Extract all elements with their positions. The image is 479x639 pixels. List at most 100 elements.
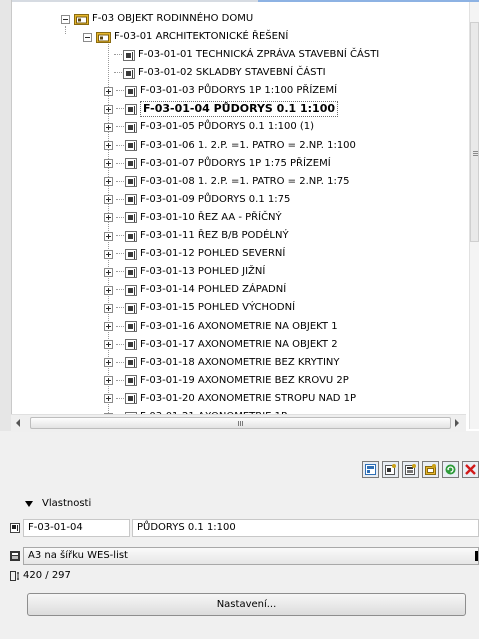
- scroll-left-arrow-icon[interactable]: [16, 419, 20, 427]
- tree-item-label: F-03-01-05 PŮDORYS 0.1 1:100 (1): [140, 121, 315, 133]
- layout-sheet-icon: [125, 284, 137, 296]
- collapse-icon[interactable]: [61, 14, 70, 24]
- tree-item-label: F-03-01-09 PŮDORYS 0.1 1:75: [140, 193, 291, 205]
- tree-node-label: F-03 OBJEKT RODINNÉHO DOMU: [92, 13, 254, 24]
- tree-item[interactable]: F-03-01-04 PŮDORYS 0.1 1:100: [104, 100, 339, 118]
- tree-item[interactable]: F-03-01-11 ŘEZ B/B PODÉLNÝ: [104, 227, 289, 245]
- tree-item-label: F-03-01-18 AXONOMETRIE BEZ KRYTINY: [140, 356, 340, 368]
- expand-icon[interactable]: [104, 141, 113, 150]
- collapse-icon[interactable]: [83, 32, 92, 42]
- expand-icon[interactable]: [104, 195, 113, 205]
- expand-icon[interactable]: [104, 376, 113, 386]
- layout-sheet-icon: [125, 266, 137, 278]
- tree-item[interactable]: F-03-01-20 AXONOMETRIE STROPU NAD 1P: [104, 390, 356, 408]
- expand-icon[interactable]: [104, 394, 113, 404]
- tree-item[interactable]: F-03-01-17 AXONOMETRIE NA OBJEKT 2: [104, 336, 338, 354]
- expand-icon[interactable]: [104, 303, 113, 313]
- new-master-layout-button[interactable]: [402, 461, 419, 478]
- tree-item-label: F-03-01-01 TECHNICKÁ ZPRÁVA STAVEBNÍ ČÁS…: [138, 49, 380, 60]
- tree-item-label: F-03-01-19 AXONOMETRIE BEZ KROVU 2P: [140, 374, 349, 386]
- layout-tree-panel: F-03 OBJEKT RODINNÉHO DOMU F-03-01 ARCHI…: [0, 0, 479, 432]
- tree-node-folder[interactable]: F-03-01 ARCHITEKTONICKÉ ŘEŠENÍ: [83, 28, 288, 46]
- expand-icon[interactable]: [104, 322, 113, 331]
- horizontal-scrollbar[interactable]: [11, 414, 466, 432]
- expand-icon[interactable]: [104, 285, 113, 295]
- collapse-triangle-icon[interactable]: [25, 501, 33, 507]
- tree-item[interactable]: F-03-01-01 TECHNICKÁ ZPRÁVA STAVEBNÍ ČÁS…: [104, 46, 379, 64]
- layout-id-field[interactable]: F-03-01-04: [23, 519, 130, 537]
- tree-item[interactable]: F-03-01-15 POHLED VÝCHODNÍ: [104, 299, 295, 317]
- tree-item[interactable]: F-03-01-07 PŮDORYS 1P 1:75 PŘÍZEMÍ: [104, 155, 331, 173]
- tree-branch-dots: [116, 108, 124, 110]
- tree-item[interactable]: F-03-01-19 AXONOMETRIE BEZ KROVU 2P: [104, 372, 349, 390]
- scroll-grip-icon: [238, 421, 239, 426]
- tree-item[interactable]: F-03-01-06 1. 2.P. =1. PATRO = 2.NP. 1:1…: [104, 137, 356, 155]
- tree-branch-dots: [116, 361, 124, 364]
- tree-branch-dots: [116, 307, 124, 309]
- tree-item[interactable]: F-03-01-14 POHLED ZÁPADNÍ: [104, 281, 286, 299]
- vertical-scrollbar[interactable]: [469, 2, 479, 429]
- new-layout-button[interactable]: [382, 461, 399, 478]
- tree-item[interactable]: F-03-01-02 SKLADBY STAVEBNÍ ČÁSTI: [104, 64, 326, 82]
- tree-branch-dots: [116, 253, 124, 255]
- tree-item-label: F-03-01-08 1. 2.P. =1. PATRO = 2.NP. 1:7…: [140, 175, 350, 187]
- expand-icon[interactable]: [104, 358, 113, 368]
- delete-button[interactable]: [462, 461, 479, 478]
- delete-icon: [465, 464, 476, 475]
- layout-sheet-icon: [125, 321, 137, 332]
- tree-item[interactable]: F-03-01-13 POHLED JIŽNÍ: [104, 263, 265, 281]
- tree-item-label: F-03-01-10 ŘEZ AA - PŘÍČNÝ: [140, 211, 282, 223]
- layout-settings-button[interactable]: [362, 461, 379, 478]
- tree-branch-dots: [116, 271, 124, 273]
- scroll-right-arrow-icon[interactable]: [455, 419, 459, 427]
- tree-item[interactable]: F-03-01-16 AXONOMETRIE NA OBJEKT 1: [104, 318, 338, 336]
- tree-item[interactable]: F-03-01-08 1. 2.P. =1. PATRO = 2.NP. 1:7…: [104, 173, 350, 191]
- tree-branch-dots: [116, 180, 124, 183]
- properties-header[interactable]: Vlastnosti: [0, 493, 479, 517]
- layout-sheet-icon: [125, 140, 137, 151]
- tree-item-label: F-03-01-06 1. 2.P. =1. PATRO = 2.NP. 1:1…: [140, 139, 356, 151]
- expand-icon[interactable]: [104, 249, 113, 259]
- expand-icon[interactable]: [104, 231, 113, 241]
- tree-item[interactable]: F-03-01-05 PŮDORYS 0.1 1:100 (1): [104, 118, 314, 136]
- properties-title: Vlastnosti: [42, 498, 92, 509]
- layout-sheet-icon: [125, 339, 137, 351]
- layout-settings-icon: [365, 464, 376, 475]
- expand-icon[interactable]: [104, 122, 113, 132]
- tree-node-label: F-03-01 ARCHITEKTONICKÉ ŘEŠENÍ: [114, 31, 289, 42]
- tree-branch-dots: [116, 144, 124, 147]
- layout-sheet-icon: [125, 248, 137, 260]
- tree-item[interactable]: F-03-01-09 PŮDORYS 0.1 1:75: [104, 191, 290, 209]
- tree-item-label: F-03-01-07 PŮDORYS 1P 1:75 PŘÍZEMÍ: [140, 157, 331, 169]
- horizontal-scroll-thumb[interactable]: [30, 417, 451, 429]
- update-button[interactable]: [442, 461, 459, 478]
- tree-item-label: F-03-01-14 POHLED ZÁPADNÍ: [140, 284, 287, 296]
- tree-item-label: F-03-01-12 POHLED SEVERNÍ: [140, 248, 286, 260]
- master-layout-select[interactable]: A3 na šířku WES-list: [23, 547, 479, 565]
- layout-folder-icon: [96, 32, 111, 43]
- tree-node-root[interactable]: F-03 OBJEKT RODINNÉHO DOMU: [61, 10, 253, 28]
- layout-sheet-icon: [125, 194, 137, 206]
- tree-branch-dots: [116, 343, 124, 346]
- expand-icon[interactable]: [104, 267, 113, 277]
- new-subset-button[interactable]: [422, 461, 439, 478]
- expand-icon[interactable]: [104, 159, 113, 169]
- tree-item[interactable]: F-03-01-10 ŘEZ AA - PŘÍČNÝ: [104, 209, 282, 227]
- expand-icon[interactable]: [104, 340, 113, 350]
- tree-branch-dots: [116, 90, 124, 92]
- expand-icon[interactable]: [104, 177, 113, 187]
- expand-icon[interactable]: [104, 86, 113, 96]
- tree-branch-dots: [116, 325, 124, 328]
- vertical-scroll-thumb[interactable]: [470, 22, 479, 242]
- tree-item[interactable]: F-03-01-12 POHLED SEVERNÍ: [104, 245, 285, 263]
- dropdown-arrow-icon: [475, 551, 478, 561]
- expand-icon[interactable]: [104, 213, 113, 223]
- refresh-icon: [445, 464, 456, 475]
- tree-item[interactable]: F-03-01-18 AXONOMETRIE BEZ KRYTINY: [104, 354, 339, 372]
- expand-icon[interactable]: [104, 104, 113, 114]
- settings-button[interactable]: Nastavení...: [27, 593, 466, 616]
- layout-tree[interactable]: F-03 OBJEKT RODINNÉHO DOMU F-03-01 ARCHI…: [11, 2, 466, 429]
- layout-name-field[interactable]: PŮDORYS 0.1 1:100: [132, 519, 479, 537]
- layout-toolbar: [0, 431, 479, 488]
- tree-item[interactable]: F-03-01-03 PŮDORYS 1P 1:100 PŘÍZEMÍ: [104, 82, 337, 100]
